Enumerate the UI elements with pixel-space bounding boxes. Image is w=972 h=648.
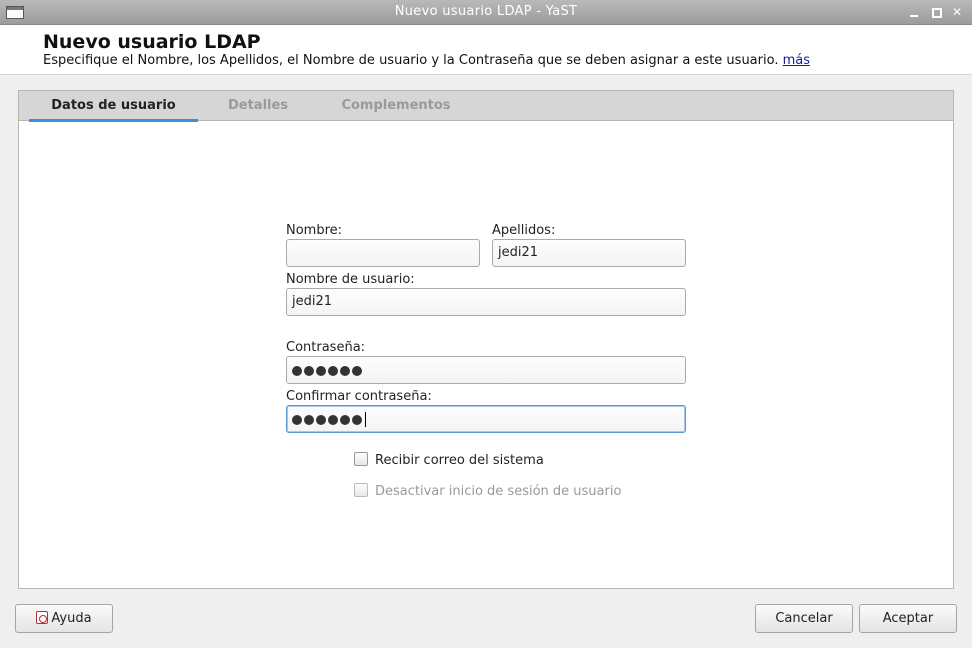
maximize-icon[interactable] <box>928 4 944 20</box>
more-link[interactable]: más <box>783 53 810 68</box>
checkbox-box[interactable] <box>354 452 368 466</box>
help-button-label: Ayuda <box>51 611 92 626</box>
password-label: Contraseña: <box>286 340 366 355</box>
accept-button[interactable]: Aceptar <box>859 604 957 633</box>
window-titlebar: Nuevo usuario LDAP - YaST ✕ <box>0 0 972 25</box>
help-button[interactable]: Ayuda <box>15 604 113 633</box>
tab-details[interactable]: Detalles <box>219 91 297 121</box>
tab-bar: Datos de usuario Detalles Complementos <box>19 91 953 122</box>
disable-login-checkbox: Desactivar inicio de sesión de usuario <box>354 483 621 499</box>
disable-login-label: Desactivar inicio de sesión de usuario <box>375 484 622 499</box>
tab-plugins[interactable]: Complementos <box>335 91 457 121</box>
help-icon <box>36 611 49 624</box>
username-label: Nombre de usuario: <box>286 272 415 287</box>
tab-user-data[interactable]: Datos de usuario <box>29 91 198 122</box>
last-name-label: Apellidos: <box>492 223 556 238</box>
confirm-password-field[interactable] <box>286 405 686 433</box>
minimize-icon[interactable] <box>906 4 922 20</box>
dialog-header: Nuevo usuario LDAP Especifique el Nombre… <box>0 25 972 75</box>
password-mask <box>292 363 364 378</box>
first-name-label: Nombre: <box>286 223 343 238</box>
confirm-password-mask <box>292 412 366 427</box>
window-title: Nuevo usuario LDAP - YaST <box>394 4 578 19</box>
text-caret <box>365 412 366 427</box>
last-name-field[interactable]: jedi21 <box>492 239 686 267</box>
checkbox-box <box>354 483 368 497</box>
description-text: Especifique el Nombre, los Apellidos, el… <box>43 53 779 68</box>
confirm-password-label: Confirmar contraseña: <box>286 389 432 404</box>
first-name-field[interactable] <box>286 239 480 267</box>
close-icon[interactable]: ✕ <box>949 4 965 20</box>
username-field[interactable]: jedi21 <box>286 288 686 316</box>
password-field[interactable] <box>286 356 686 384</box>
page-description: Especifique el Nombre, los Apellidos, el… <box>43 53 810 68</box>
receive-system-mail-label: Recibir correo del sistema <box>375 453 544 468</box>
cancel-button[interactable]: Cancelar <box>755 604 853 633</box>
tab-panel: Datos de usuario Detalles Complementos N… <box>18 90 954 589</box>
page-title: Nuevo usuario LDAP <box>43 31 261 53</box>
receive-system-mail-checkbox[interactable]: Recibir correo del sistema <box>354 452 544 468</box>
